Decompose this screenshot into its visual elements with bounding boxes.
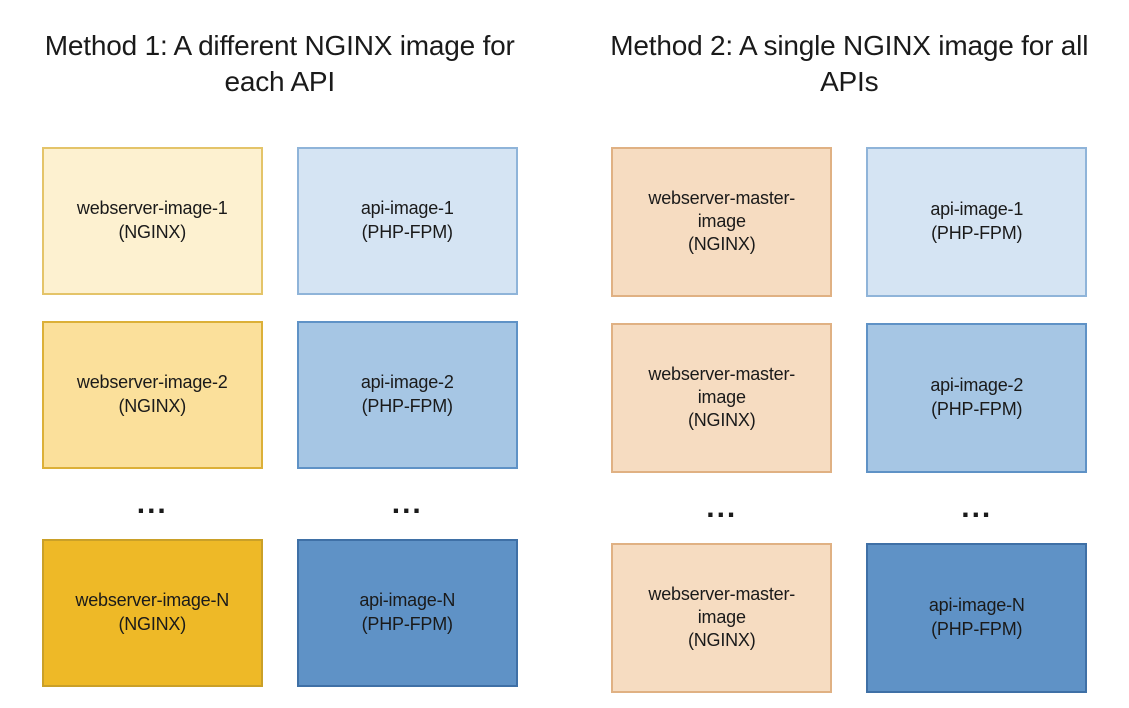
box-line: webserver-image-1 [77,197,228,220]
box-line: (PHP-FPM) [931,618,1022,641]
method-1-title: Method 1: A different NGINX image for ea… [40,28,520,101]
method-1-column: Method 1: A different NGINX image for ea… [40,28,520,693]
box-line: (PHP-FPM) [931,398,1022,421]
box-line: (NGINX) [688,409,756,432]
box-line: (PHP-FPM) [362,221,453,244]
api-image-1-box: api-image-1 (PHP-FPM) [866,147,1087,297]
diagram-row: webserver-image-2 (NGINX) api-image-2 (P… [40,321,520,469]
box-line: api-image-1 [361,197,454,220]
ellipsis-row: ... ... [40,489,520,519]
box-line: (NGINX) [118,221,186,244]
box-line: webserver-master- [648,363,795,386]
api-image-n-box: api-image-N (PHP-FPM) [866,543,1087,693]
box-line: (PHP-FPM) [362,613,453,636]
diagram-container: Method 1: A different NGINX image for ea… [40,28,1089,693]
diagram-row: webserver-master- image (NGINX) api-imag… [610,323,1090,473]
webserver-image-1-box: webserver-image-1 (NGINX) [42,147,263,295]
api-image-1-box: api-image-1 (PHP-FPM) [297,147,518,295]
box-line: (NGINX) [118,613,186,636]
method-2-rows: webserver-master- image (NGINX) api-imag… [610,147,1090,693]
box-line: image [698,606,746,629]
api-image-2-box: api-image-2 (PHP-FPM) [297,321,518,469]
webserver-master-image-box: webserver-master- image (NGINX) [611,147,832,297]
box-line: webserver-master- [648,187,795,210]
box-line: api-image-N [929,594,1025,617]
box-line: (NGINX) [118,395,186,418]
box-line: image [698,210,746,233]
box-line: (NGINX) [688,629,756,652]
box-line: api-image-N [359,589,455,612]
api-image-2-box: api-image-2 (PHP-FPM) [866,323,1087,473]
box-line: webserver-image-2 [77,371,228,394]
method-2-column: Method 2: A single NGINX image for all A… [610,28,1090,693]
method-2-title: Method 2: A single NGINX image for all A… [610,28,1090,101]
box-line: api-image-1 [930,198,1023,221]
box-line: webserver-image-N [75,589,229,612]
box-line: webserver-master- [648,583,795,606]
webserver-image-2-box: webserver-image-2 (NGINX) [42,321,263,469]
box-line: image [698,386,746,409]
box-line: api-image-2 [930,374,1023,397]
webserver-image-n-box: webserver-image-N (NGINX) [42,539,263,687]
diagram-row: webserver-master- image (NGINX) api-imag… [610,147,1090,297]
diagram-row: webserver-image-1 (NGINX) api-image-1 (P… [40,147,520,295]
diagram-row: webserver-master- image (NGINX) api-imag… [610,543,1090,693]
ellipsis: ... [297,489,518,519]
ellipsis-row: ... ... [610,493,1090,523]
box-line: (PHP-FPM) [931,222,1022,245]
ellipsis: ... [611,493,832,523]
webserver-master-image-box: webserver-master- image (NGINX) [611,323,832,473]
box-line: (PHP-FPM) [362,395,453,418]
api-image-n-box: api-image-N (PHP-FPM) [297,539,518,687]
box-line: api-image-2 [361,371,454,394]
ellipsis: ... [42,489,263,519]
ellipsis: ... [866,493,1087,523]
diagram-row: webserver-image-N (NGINX) api-image-N (P… [40,539,520,687]
webserver-master-image-box: webserver-master- image (NGINX) [611,543,832,693]
box-line: (NGINX) [688,233,756,256]
method-1-rows: webserver-image-1 (NGINX) api-image-1 (P… [40,147,520,687]
